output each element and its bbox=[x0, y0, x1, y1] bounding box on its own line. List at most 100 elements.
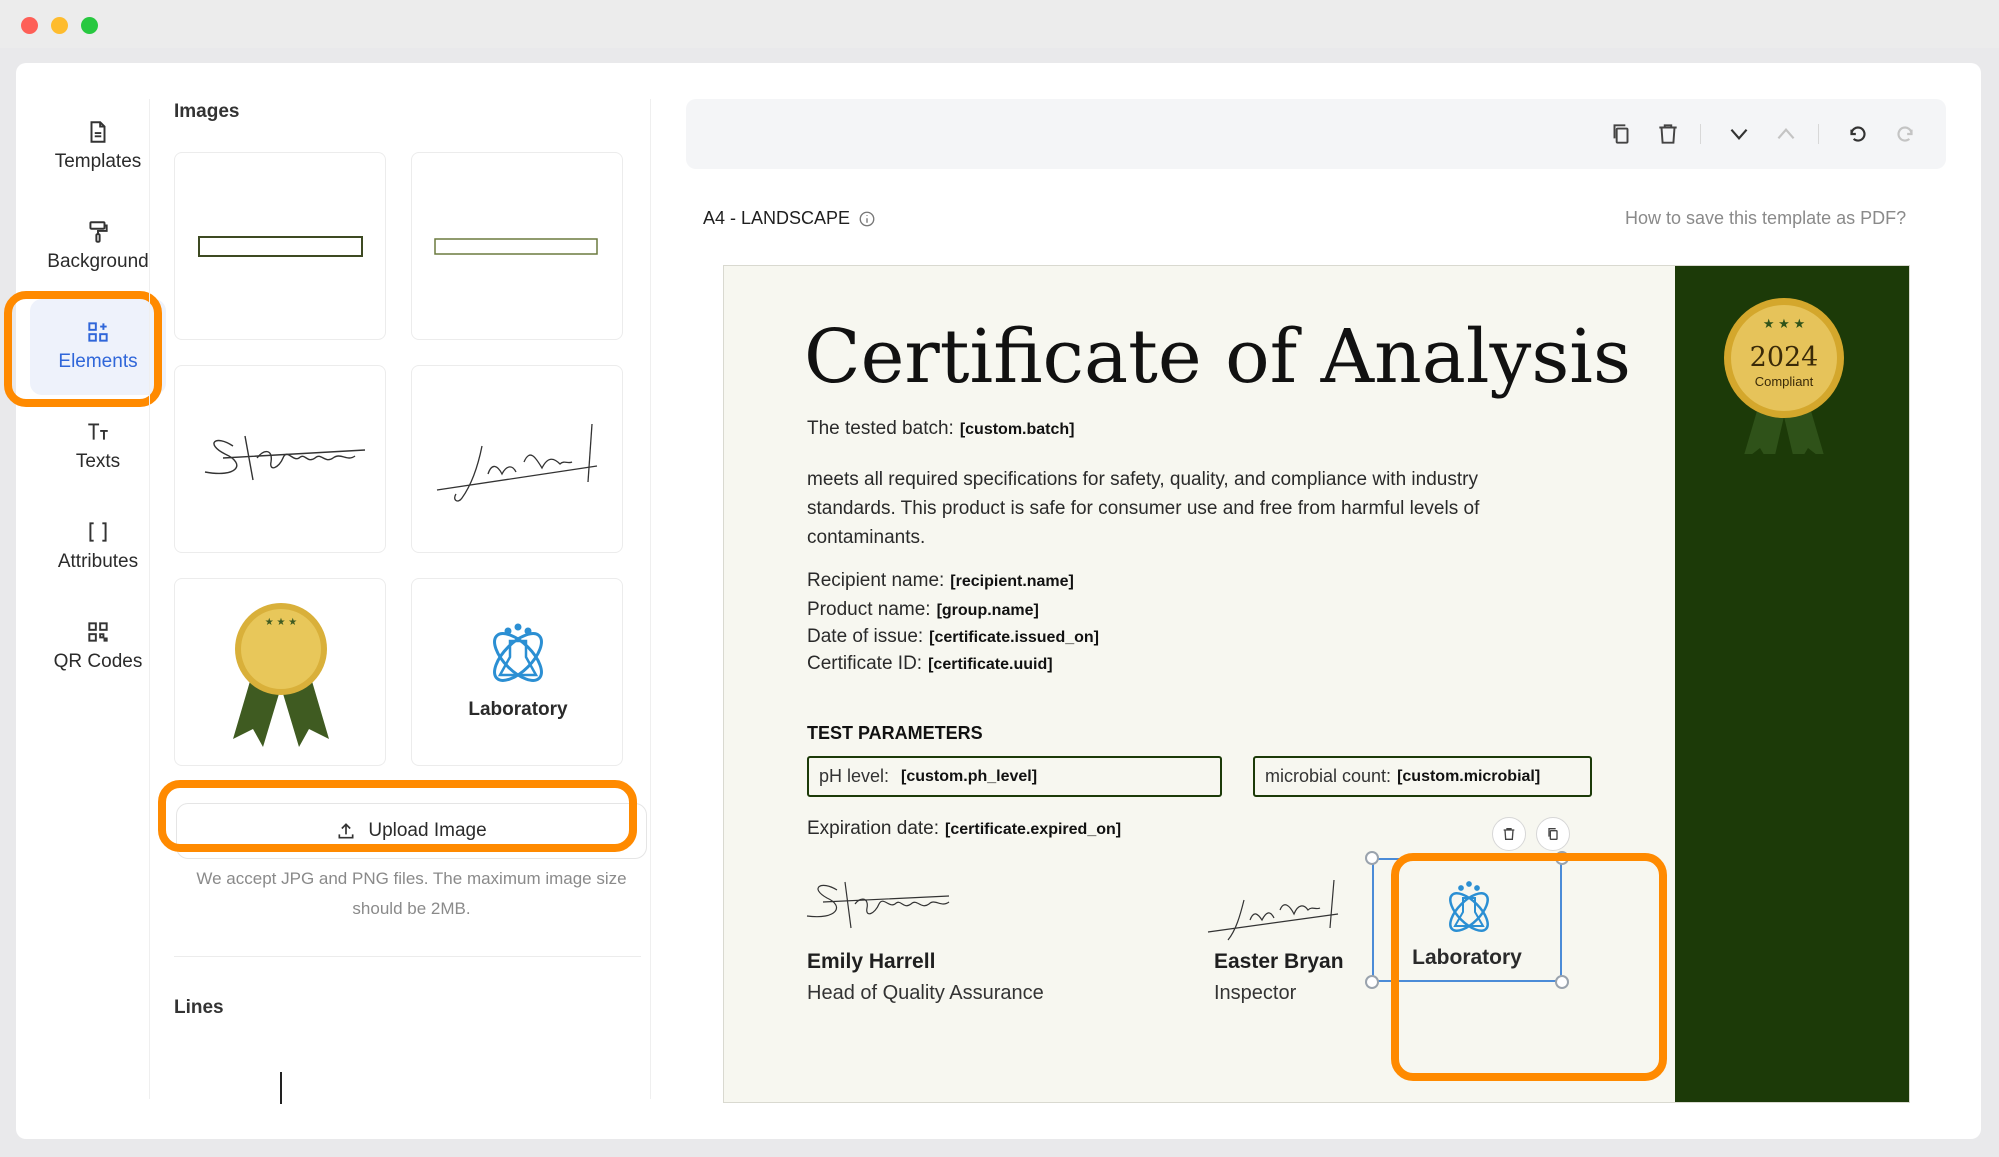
upload-label: Upload Image bbox=[368, 820, 487, 841]
gold-medal-image: ★ ★ ★ bbox=[233, 603, 329, 747]
laboratory-logo-image bbox=[493, 623, 543, 682]
selection-delete-button[interactable] bbox=[1492, 817, 1526, 851]
window-titlebar bbox=[0, 0, 1999, 48]
resize-handle-bottom-left[interactable] bbox=[1365, 975, 1379, 989]
test-parameters-title[interactable]: TEST PARAMETERS bbox=[807, 723, 983, 744]
laboratory-logo-label: Laboratory bbox=[468, 699, 568, 720]
param-tag: [custom.ph_level] bbox=[901, 767, 1038, 785]
frame-thick-image bbox=[198, 236, 363, 257]
nav-label: Elements bbox=[58, 351, 138, 372]
certificate-title[interactable]: Certificate of Analysis bbox=[804, 314, 1631, 400]
signer-role-easter[interactable]: Inspector bbox=[1214, 982, 1296, 1005]
laboratory-logo-placed-label: Laboratory bbox=[1412, 946, 1522, 969]
field-product[interactable]: Product name: [group.name] bbox=[807, 595, 1039, 625]
toolbar-separator bbox=[1700, 124, 1701, 144]
info-icon[interactable] bbox=[858, 210, 876, 228]
chevron-down-icon[interactable] bbox=[1726, 121, 1752, 147]
nav-label: Background bbox=[47, 251, 149, 272]
chevron-up-icon[interactable] bbox=[1773, 121, 1799, 147]
svg-text:★ ★ ★: ★ ★ ★ bbox=[1763, 316, 1805, 331]
nav-item-templates[interactable]: Templates bbox=[30, 99, 166, 195]
upload-image-button[interactable]: Upload Image bbox=[176, 803, 647, 859]
save-pdf-help-link[interactable]: How to save this template as PDF? bbox=[1625, 208, 1906, 229]
line-sample-vertical[interactable] bbox=[280, 1072, 282, 1104]
trash-icon bbox=[1503, 828, 1515, 840]
field-tag: [group.name] bbox=[936, 602, 1039, 619]
copy-icon bbox=[1548, 828, 1558, 840]
param-tag: [custom.microbial] bbox=[1397, 767, 1541, 785]
qr-code-icon bbox=[88, 622, 108, 642]
param-label: microbial count: bbox=[1265, 766, 1392, 786]
field-issue-date[interactable]: Date of issue: [certificate.issued_on] bbox=[807, 622, 1099, 652]
resize-handle-top-left[interactable] bbox=[1365, 851, 1379, 865]
batch-tag: [custom.batch] bbox=[959, 421, 1075, 438]
selection-copy-button[interactable] bbox=[1536, 817, 1570, 851]
field-recipient[interactable]: Recipient name: [recipient.name] bbox=[807, 566, 1074, 596]
field-label: Product name: bbox=[807, 599, 931, 620]
field-label: Certificate ID: bbox=[807, 653, 923, 674]
undo-icon[interactable] bbox=[1845, 121, 1871, 147]
signer-name-emily[interactable]: Emily Harrell bbox=[807, 950, 935, 974]
trash-icon[interactable] bbox=[1655, 121, 1681, 147]
expiration-line[interactable]: Expiration date: [certificate.expired_on] bbox=[807, 814, 1121, 844]
resize-handle-bottom-right[interactable] bbox=[1555, 975, 1569, 989]
certificate-canvas[interactable]: ★ ★ ★ 2024 Compliant Certificate of Anal… bbox=[723, 265, 1910, 1103]
selected-laboratory-logo[interactable]: Laboratory bbox=[1365, 851, 1569, 989]
upload-note: We accept JPG and PNG files. The maximum… bbox=[196, 869, 627, 918]
nav-divider bbox=[149, 99, 150, 1099]
nav-item-attributes[interactable]: Attributes bbox=[30, 499, 166, 595]
field-tag: [recipient.name] bbox=[950, 573, 1074, 590]
nav-item-elements[interactable]: Elements bbox=[30, 299, 166, 395]
upload-icon bbox=[338, 823, 354, 839]
panel-divider bbox=[650, 99, 651, 1099]
image-card-gold-medal[interactable]: ★ ★ ★ bbox=[174, 578, 386, 766]
signer-role-emily[interactable]: Head of Quality Assurance bbox=[807, 982, 1044, 1005]
expiration-tag: [certificate.expired_on] bbox=[945, 821, 1122, 838]
param-microbial-count[interactable]: microbial count: [custom.microbial] bbox=[1253, 756, 1592, 797]
image-card-signature-john[interactable] bbox=[411, 365, 623, 553]
signer-name-easter[interactable]: Easter Bryan bbox=[1214, 950, 1344, 974]
image-card-signature-steven[interactable] bbox=[174, 365, 386, 553]
minimize-window-button[interactable] bbox=[51, 17, 68, 34]
batch-label: The tested batch: bbox=[807, 418, 954, 439]
nav-label: QR Codes bbox=[53, 651, 143, 672]
maximize-window-button[interactable] bbox=[81, 17, 98, 34]
image-card-frame-thin[interactable] bbox=[411, 152, 623, 340]
page-format-label: A4 - LANDSCAPE bbox=[703, 208, 851, 228]
resize-handle-top-right[interactable] bbox=[1555, 851, 1569, 865]
field-tag: [certificate.issued_on] bbox=[929, 629, 1099, 646]
signature-john-image bbox=[436, 423, 598, 502]
medal-text: Compliant bbox=[1755, 374, 1814, 389]
signature-john-placed[interactable] bbox=[1204, 874, 1344, 944]
toolbar-separator bbox=[1818, 124, 1819, 144]
panel-separator bbox=[174, 956, 641, 957]
text-size-icon bbox=[88, 423, 108, 440]
signature-steven-placed[interactable] bbox=[799, 876, 959, 940]
nav-item-texts[interactable]: Texts bbox=[30, 399, 166, 495]
param-ph-level[interactable]: pH level: [custom.ph_level] bbox=[807, 756, 1222, 797]
nav-item-background[interactable]: Background bbox=[30, 199, 166, 295]
frame-thin-image bbox=[434, 238, 598, 255]
field-label: Recipient name: bbox=[807, 570, 945, 591]
svg-text:★ ★ ★: ★ ★ ★ bbox=[265, 617, 297, 628]
batch-line[interactable]: The tested batch: [custom.batch] bbox=[807, 414, 1075, 444]
paint-roller-icon bbox=[89, 221, 108, 243]
copy-icon[interactable] bbox=[1608, 121, 1634, 147]
expiration-label: Expiration date: bbox=[807, 818, 940, 839]
close-window-button[interactable] bbox=[21, 17, 38, 34]
image-card-frame-thick[interactable] bbox=[174, 152, 386, 340]
nav-item-qr-codes[interactable]: QR Codes bbox=[30, 599, 166, 695]
certificate-body[interactable]: meets all required specifications for sa… bbox=[807, 465, 1527, 552]
redo-icon[interactable] bbox=[1892, 121, 1918, 147]
field-certificate-id[interactable]: Certificate ID: [certificate.uuid] bbox=[807, 649, 1053, 679]
editor-toolbar bbox=[686, 99, 1946, 169]
file-icon bbox=[90, 121, 106, 143]
laboratory-logo-placed bbox=[1449, 881, 1489, 932]
param-label: pH level: bbox=[819, 766, 890, 786]
field-label: Date of issue: bbox=[807, 626, 924, 647]
elements-grid-icon bbox=[88, 322, 108, 342]
nav-label: Texts bbox=[75, 451, 121, 472]
nav-label: Attributes bbox=[57, 551, 139, 572]
field-tag: [certificate.uuid] bbox=[928, 656, 1053, 673]
image-card-laboratory-logo[interactable]: Laboratory bbox=[411, 578, 623, 766]
